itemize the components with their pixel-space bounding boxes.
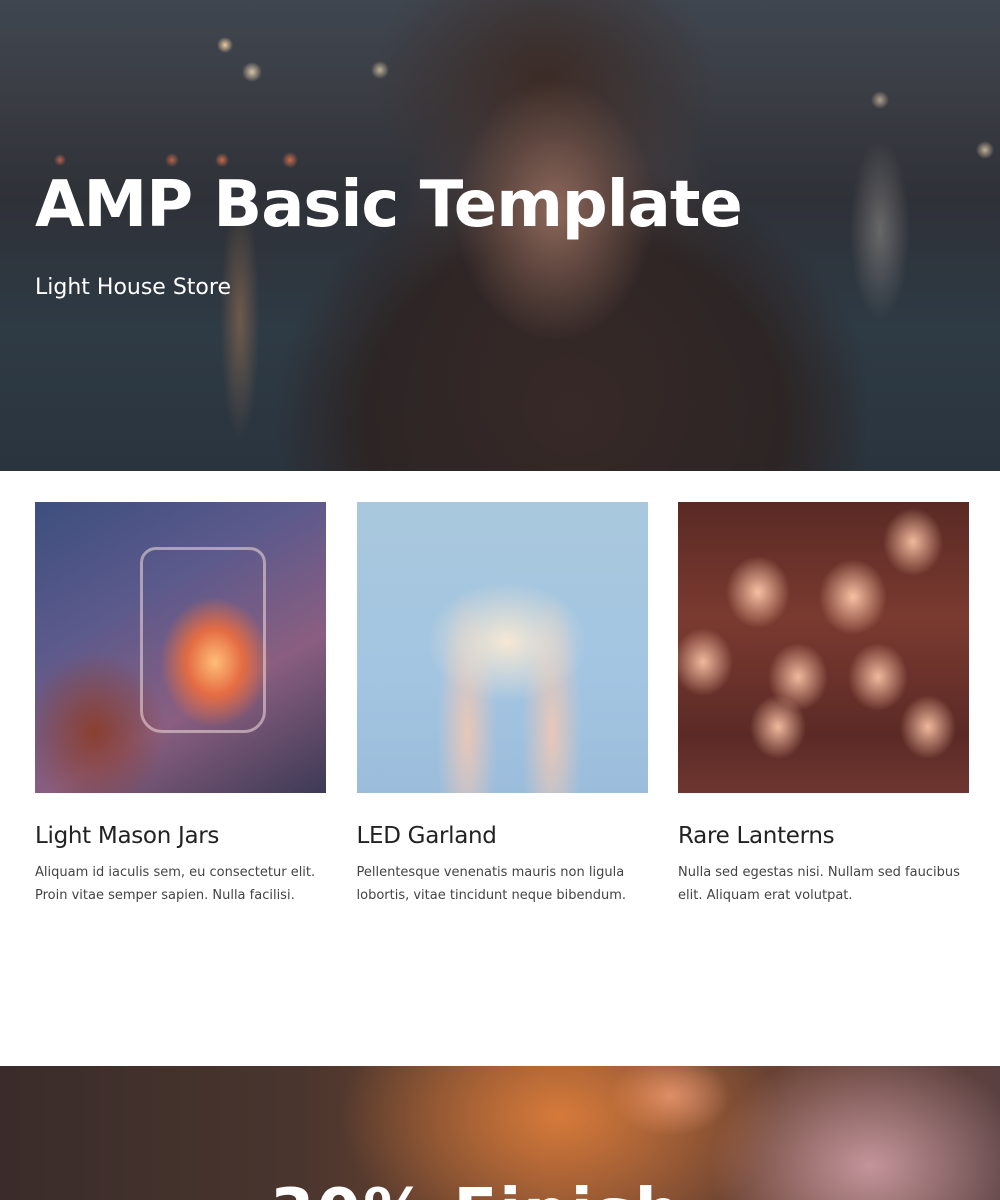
hero-subtitle: Light House Store bbox=[35, 275, 231, 300]
product-card-led-garland[interactable]: LED Garland Pellentesque venenatis mauri… bbox=[356, 502, 648, 907]
product-image-led-garland[interactable] bbox=[356, 502, 648, 793]
product-description: Nulla sed egestas nisi. Nullam sed fauci… bbox=[678, 865, 960, 903]
product-image-mason-jars[interactable] bbox=[35, 502, 326, 793]
product-description: Aliquam id iaculis sem, eu consectetur e… bbox=[35, 865, 316, 903]
product-name[interactable]: Rare Lanterns bbox=[678, 823, 969, 849]
promo-banner: 30% Finish bbox=[0, 1066, 1000, 1200]
product-card-rare-lanterns[interactable]: Rare Lanterns Nulla sed egestas nisi. Nu… bbox=[678, 502, 969, 907]
product-name[interactable]: Light Mason Jars bbox=[35, 823, 326, 849]
product-grid: Light Mason Jars Aliquam id iaculis sem,… bbox=[35, 502, 969, 907]
product-description: Pellentesque venenatis mauris non ligula… bbox=[356, 865, 627, 903]
hero-section: AMP Basic Template Light House Store bbox=[0, 0, 1000, 471]
page-title: AMP Basic Template bbox=[35, 168, 743, 242]
product-image-rare-lanterns[interactable] bbox=[678, 502, 969, 793]
promo-banner-heading: 30% Finish bbox=[270, 1176, 682, 1200]
product-card-mason-jars[interactable]: Light Mason Jars Aliquam id iaculis sem,… bbox=[35, 502, 326, 907]
product-name[interactable]: LED Garland bbox=[357, 823, 648, 849]
